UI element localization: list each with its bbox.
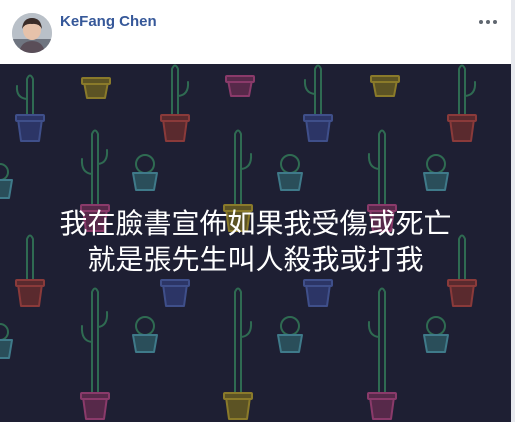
caption-line-2: 就是張先生叫人殺我或打我 [87, 243, 424, 276]
more-dot [479, 20, 483, 24]
more-options-icon[interactable] [475, 15, 501, 29]
profile-photo-icon [12, 13, 52, 53]
feed-divider [511, 0, 515, 422]
post-image[interactable]: 我在臉書宣佈如果我受傷或死亡 就是張先生叫人殺我或打我 [0, 64, 511, 422]
more-dot [486, 20, 490, 24]
caption-line-1: 我在臉書宣佈如果我受傷或死亡 [59, 207, 452, 240]
more-dot [493, 20, 497, 24]
author-name-link[interactable]: KeFang Chen [60, 13, 157, 30]
feed-post: KeFang Chen 我在臉書宣佈如果我受傷或死亡 就是張先生叫人殺我或打我 [0, 0, 515, 422]
post-header: KeFang Chen [0, 0, 511, 64]
author-avatar[interactable] [12, 13, 52, 53]
